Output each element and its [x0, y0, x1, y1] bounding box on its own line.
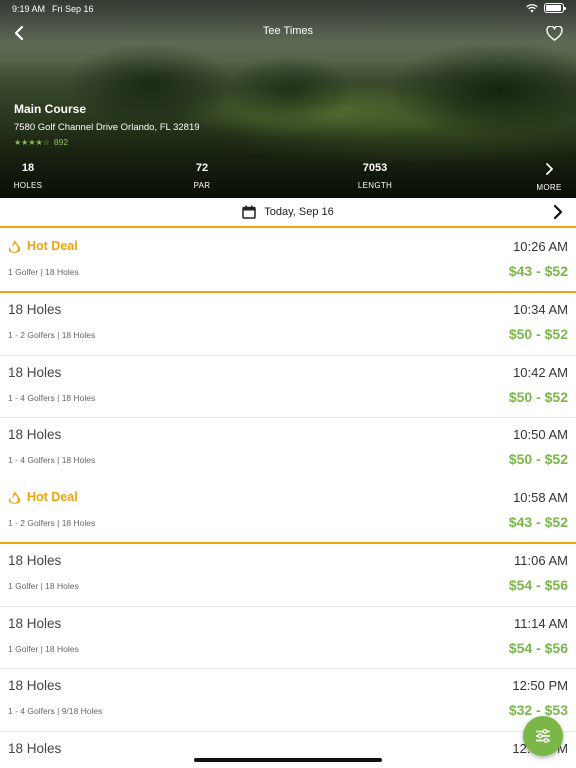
tee-time-title: Hot Deal [8, 239, 78, 253]
next-day-button[interactable] [550, 204, 566, 220]
tee-time-title-text: 18 Holes [8, 427, 62, 443]
status-icons [526, 3, 566, 13]
more-label: MORE [536, 183, 562, 192]
tee-time-details: 1 - 4 Golfers | 9/18 Holes [8, 706, 103, 717]
length-label: LENGTH [357, 181, 393, 190]
status-bar: 9:19 AM Fri Sep 16 [0, 0, 576, 18]
tee-time-details: 1 Golfer | 18 Holes [8, 580, 79, 591]
tee-time-price: $43 - $52 [508, 263, 568, 279]
tee-time: 10:42 AM [513, 364, 568, 380]
tee-time-title-text: 18 Holes [8, 741, 62, 756]
tee-time-row-hot-deal[interactable]: Hot Deal 1 Golfer | 18 Holes 10:26 AM $43 -… [0, 230, 576, 293]
tee-time-title-text: 18 Holes [8, 678, 62, 694]
tee-time-title: 18 Holes [8, 741, 61, 756]
tee-time-title-text: 18 Holes [8, 552, 62, 568]
tee-time: 10:50 AM [513, 427, 568, 443]
tee-time-row[interactable]: 18 Holes 1 Golfer | 18 Holes 11:06 AM $54 -… [0, 543, 576, 607]
tee-time: 12:50 PM [512, 678, 568, 694]
tee-time-title-text: 18 Holes [8, 301, 62, 317]
tee-time: 11:06 AM [514, 552, 568, 568]
tee-time-row[interactable]: 18 Holes 1 Golfer | 18 Holes 11:14 AM $54 -… [0, 606, 576, 670]
holes-label: HOLES [13, 181, 43, 190]
tee-time-title: 18 Holes [8, 427, 61, 442]
tee-time: 10:58 AM [513, 490, 568, 505]
par-label: PAR [193, 181, 211, 190]
tee-time-title-text: 18 Holes [8, 364, 62, 380]
battery-icon [544, 3, 566, 13]
course-address: 7580 Golf Channel Drive Orlando, FL 3281… [14, 122, 200, 133]
review-count: 892 [53, 137, 69, 147]
battery-fill [546, 5, 562, 11]
filter-button[interactable] [523, 716, 563, 756]
tee-time-title: 18 Holes [8, 365, 61, 380]
tee-time-list: Hot Deal 1 Golfer | 18 Holes 10:26 AM $43 -… [0, 230, 576, 768]
tee-time: 10:34 AM [513, 301, 568, 317]
tee-time-details: 1 - 2 Golfers | 18 Holes [8, 518, 96, 528]
tee-time-title-text: Hot Deal [27, 239, 78, 253]
favorite-button[interactable] [544, 23, 564, 43]
heart-icon [545, 25, 563, 41]
filter-icon [536, 729, 550, 743]
tee-time-price: $54 - $56 [508, 576, 568, 593]
tee-time-details: 1 Golfer | 18 Holes [8, 643, 79, 654]
tee-time-details: 1 - 4 Golfers | 18 Holes [8, 392, 96, 403]
tee-time: 11:14 AM [514, 615, 568, 631]
tee-time-row[interactable]: 18 Holes12:58 PM [0, 732, 576, 768]
home-indicator [194, 758, 382, 762]
more-button[interactable]: MORE [509, 162, 576, 192]
tee-time-price: $50 - $52 [508, 451, 568, 468]
tee-time-row[interactable]: 18 Holes 1 - 2 Golfers | 18 Holes 10:34 AM… [0, 292, 576, 356]
wifi-icon [526, 4, 538, 13]
chevron-right-icon [553, 204, 563, 220]
stat-holes: 18 HOLES [0, 162, 68, 190]
tee-time-price: $50 - $52 [508, 388, 568, 405]
tee-time-title: Hot Deal [8, 490, 78, 504]
tee-time-price: $50 - $52 [508, 325, 568, 342]
date-label: Today, Sep 16 [264, 206, 334, 218]
stat-length: 7053 LENGTH [335, 162, 415, 190]
holes-value: 18 [21, 162, 35, 174]
date-picker-button[interactable]: Today, Sep 16 [0, 198, 576, 226]
rating-stars: ★★★★☆ [14, 137, 50, 147]
tee-time-details: 1 Golfer | 18 Holes [8, 267, 79, 277]
tee-time-row-hot-deal[interactable]: Hot Deal 1 - 2 Golfers | 18 Holes 10:58 AM… [0, 481, 576, 544]
tee-time-title-text: 18 Holes [8, 615, 62, 631]
course-rating: ★★★★☆ 892 [14, 137, 68, 147]
length-value: 7053 [362, 162, 388, 174]
tee-time-row[interactable]: 18 Holes 1 - 4 Golfers | 18 Holes 10:42 AM… [0, 355, 576, 419]
tee-time-price: $43 - $52 [508, 514, 568, 530]
tee-time-details: 1 - 4 Golfers | 18 Holes [8, 455, 96, 466]
course-name: Main Course [14, 102, 87, 116]
tee-time-row[interactable]: 18 Holes 1 - 4 Golfers | 18 Holes 10:50 AM… [0, 418, 576, 481]
tee-time-title: 18 Holes [8, 678, 61, 693]
stat-par: 72 PAR [162, 162, 242, 190]
flame-icon [8, 239, 21, 253]
tee-time-details: 1 - 2 Golfers | 18 Holes [8, 329, 96, 340]
flame-icon [8, 490, 21, 504]
calendar-icon [242, 205, 256, 219]
status-time: 9:19 AM [12, 4, 46, 14]
chevron-left-icon [14, 26, 24, 40]
tee-time-row[interactable]: 18 Holes 1 - 4 Golfers | 9/18 Holes 12:50 … [0, 669, 576, 732]
tee-time-title: 18 Holes [8, 302, 61, 317]
status-date: Fri Sep 16 [52, 4, 94, 14]
tee-time-title: 18 Holes [8, 616, 61, 631]
course-header: 9:19 AM Fri Sep 16 Tee Times Main Course… [0, 0, 576, 198]
date-selector: Today, Sep 16 [0, 198, 576, 228]
tee-time-title-text: Hot Deal [27, 490, 78, 504]
tee-time: 10:26 AM [513, 239, 568, 254]
back-button[interactable] [8, 22, 30, 44]
par-value: 72 [195, 162, 209, 174]
chevron-right-icon [509, 162, 576, 176]
page-title: Tee Times [262, 25, 314, 37]
tee-time-price: $54 - $56 [508, 639, 568, 656]
tee-time-title: 18 Holes [8, 553, 61, 568]
